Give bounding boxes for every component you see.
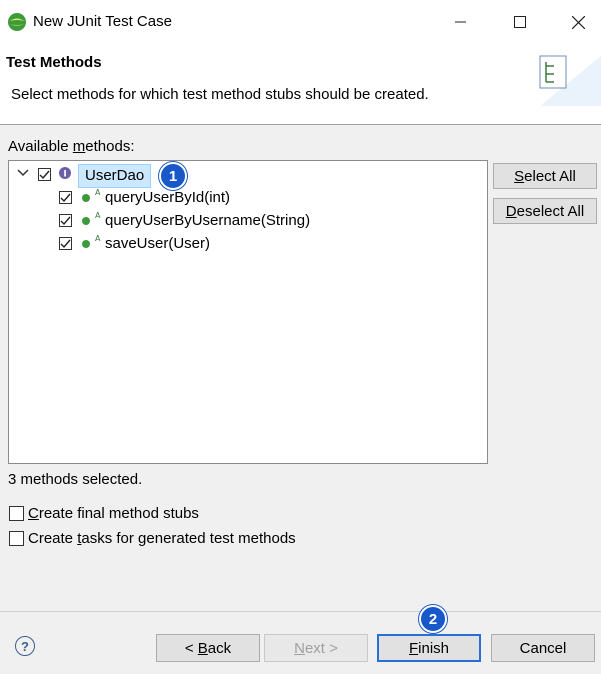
svg-text:A: A (95, 188, 101, 197)
abstract-method-icon: A (80, 188, 102, 208)
minimize-icon (455, 21, 466, 23)
svg-text:A: A (95, 234, 101, 243)
deselect-all-button[interactable]: Deselect All (493, 198, 597, 224)
window-title: New JUnit Test Case (33, 13, 172, 30)
checkmark-icon (60, 216, 71, 226)
userdao-checkbox[interactable] (38, 168, 51, 181)
method-checkbox[interactable] (59, 214, 72, 227)
annotation-badge-1: 1 (159, 162, 187, 190)
method-checkbox[interactable] (59, 191, 72, 204)
interface-icon: I (58, 166, 72, 184)
close-button[interactable] (555, 6, 601, 38)
tree-item-userdao[interactable]: UserDao (78, 164, 152, 188)
abstract-method-icon: A (80, 234, 102, 254)
eclipse-app-icon (7, 12, 27, 32)
method-checkbox[interactable] (59, 237, 72, 250)
checkmark-icon (60, 193, 71, 203)
expand-chevron-icon[interactable] (16, 166, 30, 184)
finish-button[interactable]: Finish (377, 634, 481, 662)
maximize-button[interactable] (497, 6, 543, 38)
page-description: Select methods for which test method stu… (11, 86, 429, 103)
checkmark-icon (60, 239, 71, 249)
available-methods-label: Available methods: (8, 138, 135, 155)
minimize-button[interactable] (438, 6, 484, 38)
tree-item-method[interactable]: queryUserByUsername(String) (105, 212, 310, 229)
close-icon (571, 15, 585, 29)
help-icon[interactable]: ? (15, 636, 35, 656)
create-final-stubs-checkbox[interactable] (9, 506, 24, 521)
svg-text:A: A (95, 211, 101, 220)
page-title: Test Methods (6, 54, 102, 71)
back-button[interactable]: < Back (156, 634, 260, 662)
next-button[interactable]: Next > (264, 634, 368, 662)
junit-wizard-banner-icon (532, 46, 601, 106)
cancel-button[interactable]: Cancel (491, 634, 595, 662)
tree-item-method[interactable]: queryUserById(int) (105, 189, 230, 206)
annotation-badge-2: 2 (419, 605, 447, 633)
svg-text:I: I (63, 170, 66, 180)
tree-item-method[interactable]: saveUser(User) (105, 235, 210, 252)
selection-status-text: 3 methods selected. (8, 471, 143, 488)
create-final-stubs-label[interactable]: Create final method stubs (28, 505, 199, 522)
create-tasks-label[interactable]: Create tasks for generated test methods (28, 530, 296, 547)
abstract-method-icon: A (80, 211, 102, 231)
maximize-icon (514, 16, 526, 28)
checkmark-icon (39, 170, 50, 180)
select-all-button[interactable]: Select All (493, 163, 597, 189)
create-tasks-checkbox[interactable] (9, 531, 24, 546)
